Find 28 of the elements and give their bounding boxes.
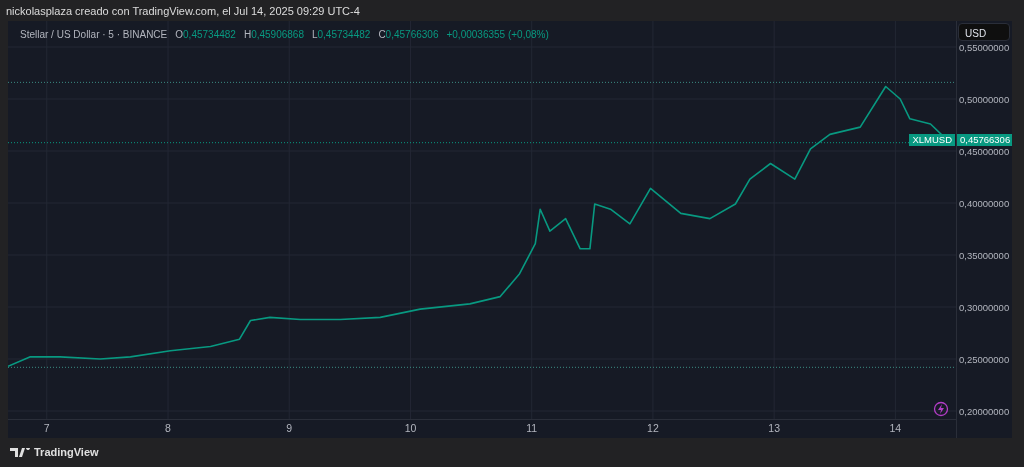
y-tick-label: 0,50000000	[959, 94, 1010, 105]
symbol-tag: XLMUSD	[909, 133, 955, 146]
y-tick-label: 0,35000000	[959, 250, 1010, 261]
lightning-icon[interactable]	[933, 401, 949, 417]
x-tick-label: 9	[286, 422, 293, 434]
tradingview-logo-icon	[10, 448, 30, 457]
x-tick-label: 7	[43, 422, 50, 434]
y-tick-label: 0,30000000	[959, 302, 1010, 313]
y-tick-label: 0,25000000	[959, 354, 1010, 365]
currency-button[interactable]: USD	[958, 23, 1010, 41]
x-tick-label: 11	[526, 422, 538, 434]
x-tick-label: 8	[165, 422, 171, 434]
x-tick-label: 14	[889, 422, 902, 434]
ohlc-value: L0,45734482	[311, 28, 371, 42]
x-tick-label: 10	[404, 422, 417, 434]
y-tick-label: 0,20000000	[959, 406, 1010, 417]
ohlc-value: C0,45766306	[378, 28, 439, 42]
symbol-title: Stellar / US Dollar · 5 · BINANCE	[20, 28, 168, 42]
y-tick-label: 0,40000000	[959, 198, 1010, 209]
attribution-text: nickolasplaza creado con TradingView.com, el Jul 14, 2025 09:29 UTC-4	[5, 4, 361, 19]
brand-name: TradingView	[34, 445, 99, 461]
x-tick-label: 13	[768, 422, 780, 434]
y-tick-label: 0,45000000	[959, 146, 1010, 157]
ohlc-value: O0,45734482	[175, 28, 236, 42]
ohlc-value: H0,45906868	[243, 28, 304, 42]
price-change: +0,00036355 (+0,08%)	[446, 28, 549, 42]
y-tick-label: 0,55000000	[959, 42, 1010, 53]
x-tick-label: 12	[647, 422, 659, 434]
